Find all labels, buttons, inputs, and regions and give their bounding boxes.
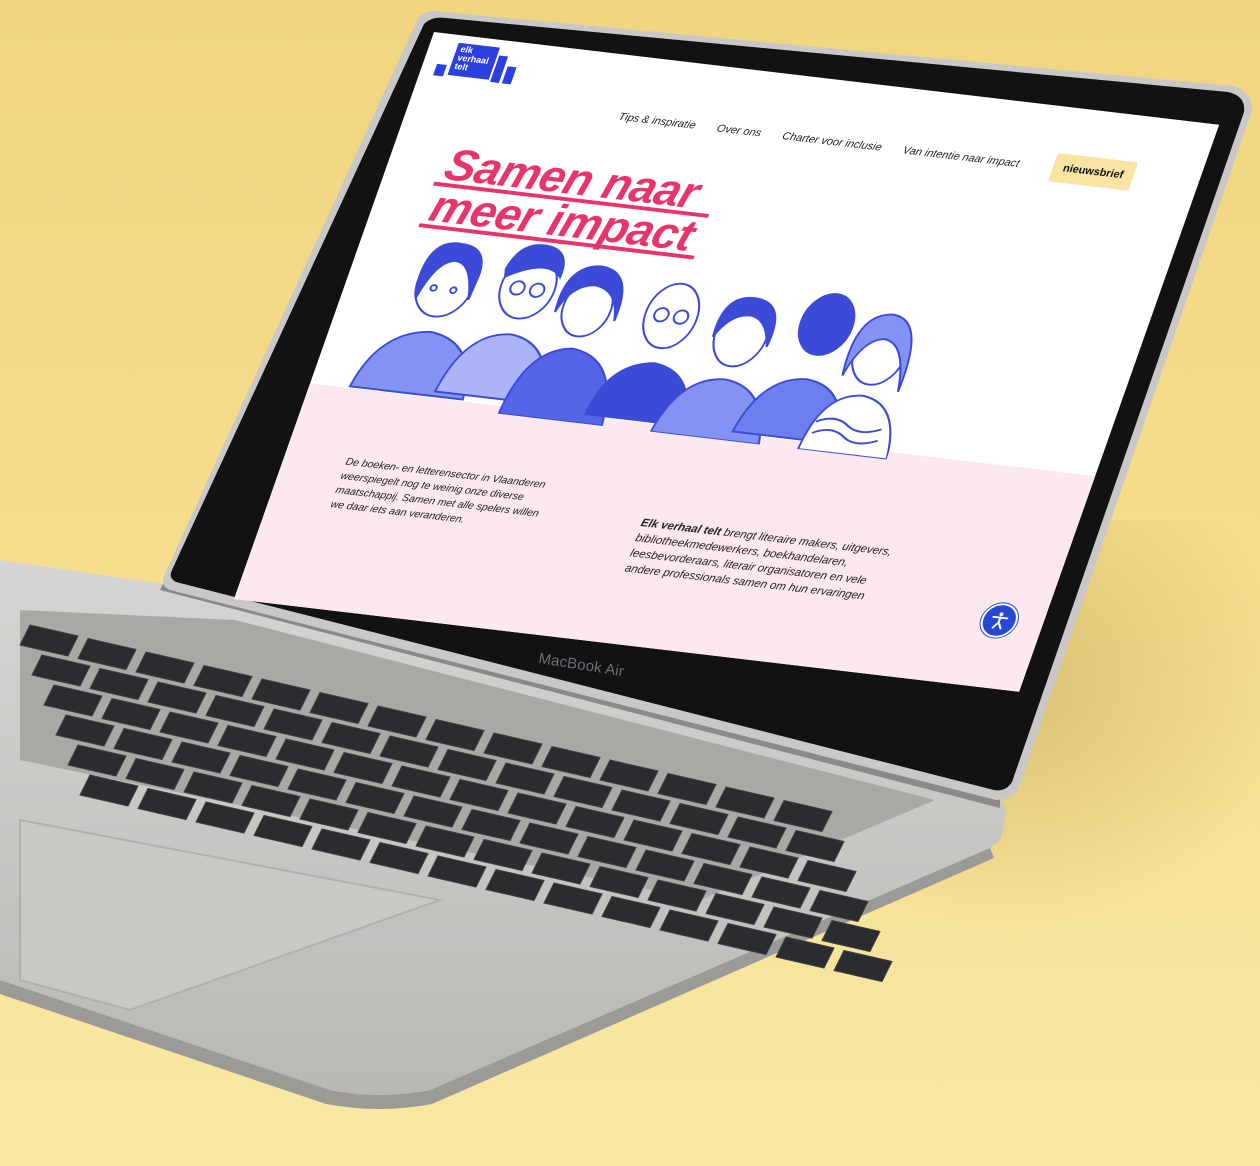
nav-link-tips[interactable]: Tips & inspiratie (617, 111, 698, 131)
accessibility-person-icon (991, 612, 1009, 630)
nav-link-over-ons[interactable]: Over ons (715, 123, 763, 140)
nav-link-charter[interactable]: Charter voor inclusie (780, 130, 883, 153)
site-logo[interactable]: elk verhaal telt (424, 39, 532, 112)
nav-link-intentie[interactable]: Van intentie naar impact (901, 145, 1021, 170)
main-nav: Tips & inspiratie Over ons Charter voor … (617, 111, 1021, 170)
newsletter-button[interactable]: nieuwsbrief (1047, 152, 1139, 191)
